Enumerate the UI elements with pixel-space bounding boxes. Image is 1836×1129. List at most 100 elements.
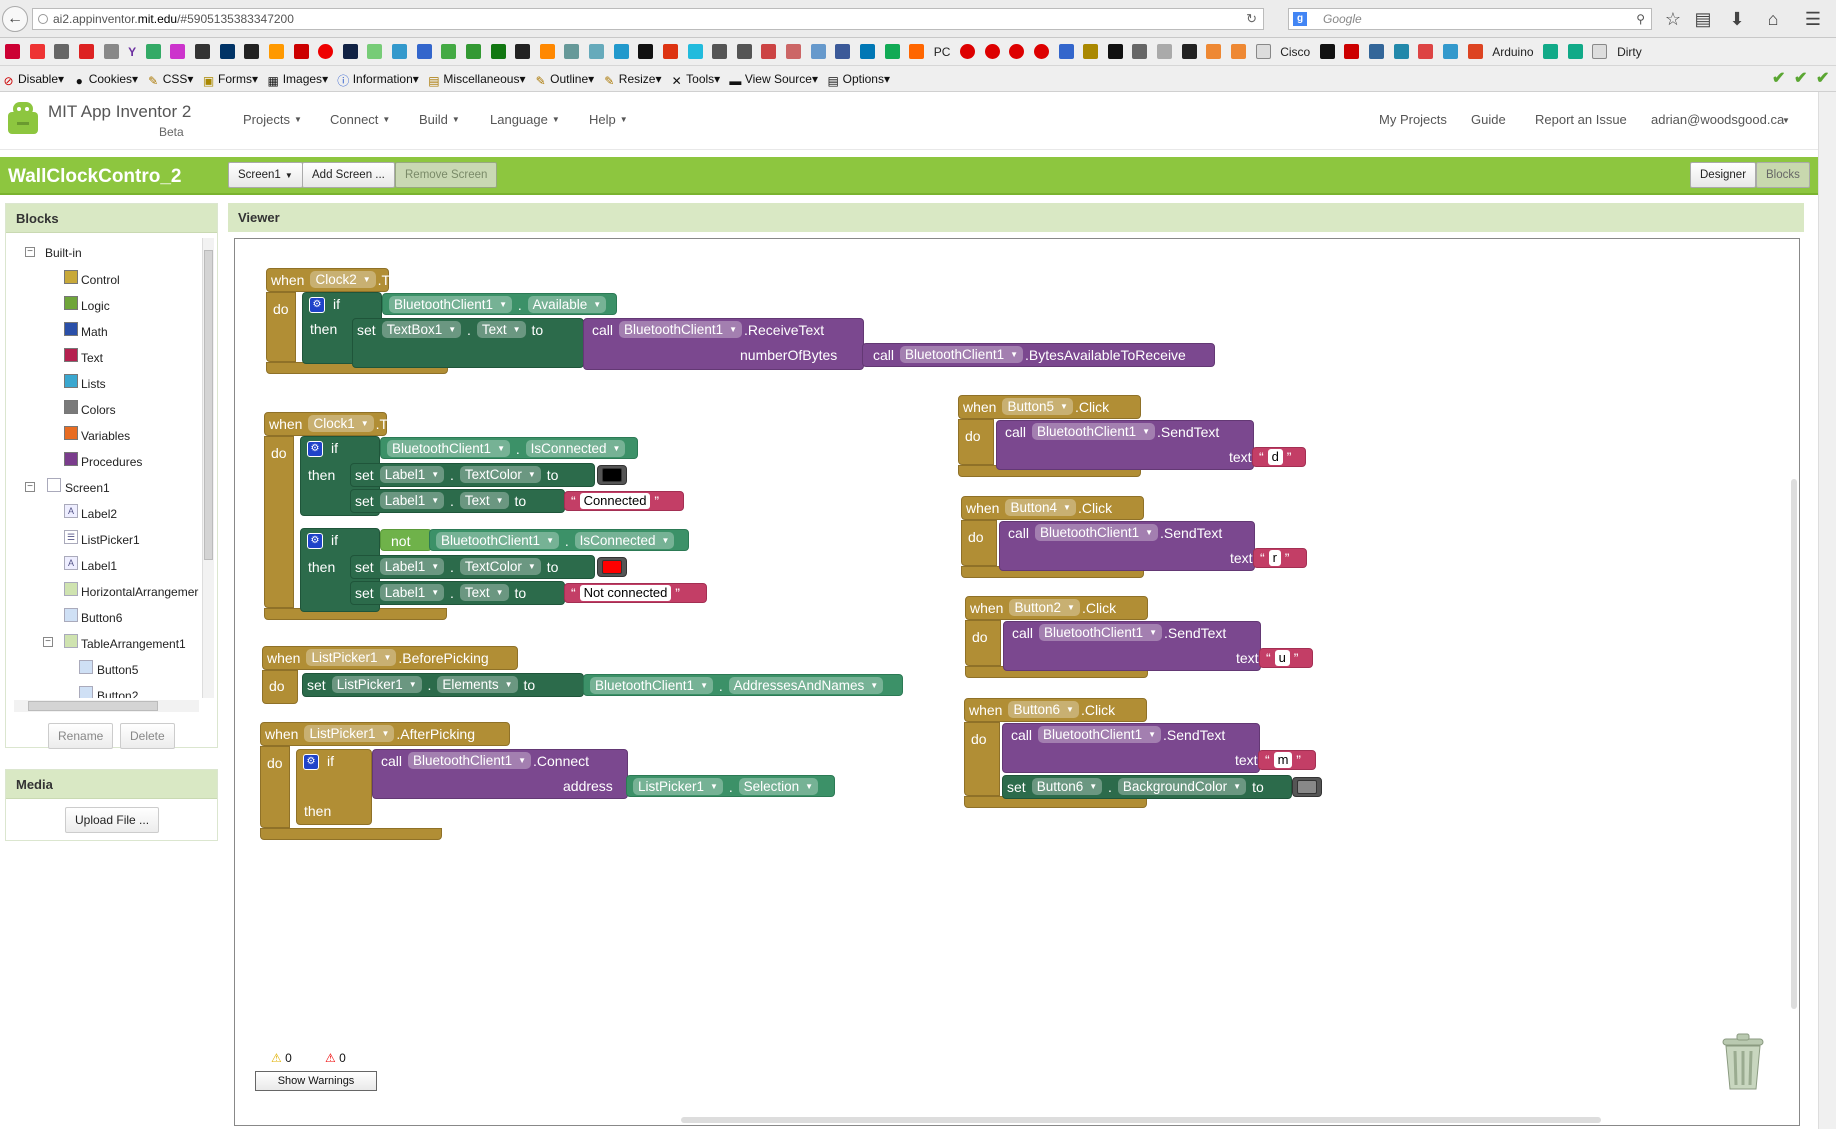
- call-receivetext-block[interactable]: call BluetoothClient1 ▼ .ReceiveText number…: [583, 318, 864, 370]
- event-block-button2-click[interactable]: when Button2 ▼ .Click: [965, 596, 1148, 620]
- menu-icon[interactable]: ☰: [1802, 8, 1824, 30]
- menu-help[interactable]: Help ▼: [589, 112, 628, 127]
- dev-forms[interactable]: ▣ Forms▾: [202, 71, 258, 88]
- bookmark-icon[interactable]: [78, 44, 94, 60]
- bookmark-icon[interactable]: [835, 44, 851, 60]
- menu-projects[interactable]: Projects ▼: [243, 112, 302, 127]
- component-dropdown[interactable]: Clock2 ▼: [310, 271, 376, 288]
- add-screen-button[interactable]: Add Screen ...: [302, 162, 395, 188]
- call-sendtext-block[interactable]: call BluetoothClient1 ▼ .SendText text: [999, 521, 1255, 571]
- bookmark-yahoo[interactable]: Y: [128, 44, 136, 60]
- component-dropdown[interactable]: Button4 ▼: [1005, 499, 1076, 516]
- upload-file-button[interactable]: Upload File ...: [65, 807, 160, 833]
- bookmark-icon[interactable]: [712, 44, 728, 60]
- property-dropdown[interactable]: Available ▼: [527, 296, 607, 313]
- component-dropdown[interactable]: BluetoothClient1 ▼: [1038, 726, 1162, 743]
- component-dropdown[interactable]: BluetoothClient1 ▼: [387, 440, 510, 457]
- workspace-vertical-scrollbar[interactable]: [1791, 479, 1797, 1009]
- setter-listpicker1-elements[interactable]: set ListPicker1 ▼ . Elements ▼ to: [302, 673, 584, 697]
- component-dropdown[interactable]: BluetoothClient1 ▼: [389, 296, 512, 313]
- tree-logic[interactable]: Logic: [81, 298, 110, 314]
- component-dropdown[interactable]: Label1 ▼: [379, 466, 445, 483]
- bookmark-icon[interactable]: [884, 44, 900, 60]
- dev-information[interactable]: ⓘ Information▾: [337, 71, 419, 88]
- color-block-gray[interactable]: [1292, 777, 1322, 797]
- getter-bluetooth-available[interactable]: BluetoothClient1 ▼ . Available ▼: [382, 293, 617, 315]
- reading-list-icon[interactable]: ▤: [1692, 8, 1714, 30]
- tree-variables[interactable]: Variables: [81, 428, 130, 444]
- bookmark-icon[interactable]: [1181, 44, 1197, 60]
- dev-cookies[interactable]: ● Cookies▾: [73, 71, 139, 88]
- tree-vertical-scrollbar[interactable]: [202, 238, 214, 698]
- if-block[interactable]: ⚙ if then: [296, 749, 372, 825]
- tree-procedures[interactable]: Procedures: [81, 454, 142, 470]
- event-block-listpicker1-afterpicking[interactable]: when ListPicker1 ▼ .AfterPicking: [260, 722, 510, 746]
- bookmark-icon[interactable]: [318, 44, 334, 60]
- dev-tools[interactable]: ✕ Tools▾: [670, 71, 721, 88]
- page-scrollbar[interactable]: [1818, 92, 1836, 1129]
- bookmark-icon[interactable]: [1206, 44, 1222, 60]
- tree-button6[interactable]: Button6: [81, 610, 122, 626]
- property-dropdown[interactable]: IsConnected ▼: [525, 440, 626, 457]
- property-dropdown[interactable]: Elements ▼: [437, 676, 518, 693]
- collapse-icon[interactable]: −: [25, 482, 35, 492]
- component-dropdown[interactable]: BluetoothClient1 ▼: [1039, 624, 1163, 641]
- bookmark-icon[interactable]: [539, 44, 555, 60]
- dev-css[interactable]: ✎ CSS▾: [147, 71, 193, 88]
- link-my-projects[interactable]: My Projects: [1379, 112, 1447, 127]
- bookmark-icon[interactable]: [564, 44, 580, 60]
- menu-language[interactable]: Language ▼: [490, 112, 560, 127]
- tree-text[interactable]: Text: [81, 350, 103, 366]
- component-dropdown[interactable]: Button6 ▼: [1008, 701, 1079, 718]
- bookmark-icon[interactable]: [1230, 44, 1246, 60]
- component-dropdown[interactable]: ListPicker1 ▼: [306, 649, 397, 666]
- event-block-listpicker1-beforepicking[interactable]: when ListPicker1 ▼ .BeforePicking: [262, 646, 518, 670]
- delete-button[interactable]: Delete: [120, 723, 175, 749]
- tree-colors[interactable]: Colors: [81, 402, 116, 418]
- bookmark-icon[interactable]: [465, 44, 481, 60]
- component-dropdown[interactable]: Clock1 ▼: [308, 415, 374, 432]
- property-dropdown[interactable]: AddressesAndNames ▼: [728, 677, 884, 694]
- component-dropdown[interactable]: Button5 ▼: [1002, 398, 1073, 415]
- setter-button6-backgroundcolor[interactable]: set Button6 ▼ . BackgroundColor ▼ to: [1002, 775, 1292, 799]
- bookmark-icon[interactable]: [1344, 44, 1360, 60]
- component-dropdown[interactable]: BluetoothClient1 ▼: [436, 532, 559, 549]
- property-dropdown[interactable]: TextColor ▼: [459, 466, 541, 483]
- caret-down-icon[interactable]: ▼: [1782, 116, 1790, 125]
- event-block-clock2-timer[interactable]: when Clock2 ▼ .Timer: [266, 268, 417, 292]
- bookmark-icon[interactable]: [1033, 44, 1049, 60]
- dev-resize[interactable]: ✎ Resize▾: [603, 71, 661, 88]
- collapse-icon[interactable]: −: [25, 247, 35, 257]
- rename-button[interactable]: Rename: [48, 723, 114, 749]
- url-bar[interactable]: ai2.appinventor.mit.edu/#590513538334720…: [32, 8, 1264, 30]
- property-dropdown[interactable]: IsConnected ▼: [574, 532, 675, 549]
- getter-bluetooth-isconnected[interactable]: BluetoothClient1 ▼ . IsConnected ▼: [380, 437, 638, 459]
- bookmark-icon[interactable]: [515, 44, 531, 60]
- text-block-m[interactable]: “ m ”: [1258, 750, 1316, 770]
- component-dropdown[interactable]: Button6 ▼: [1031, 778, 1103, 795]
- bookmark-icon[interactable]: [1083, 44, 1099, 60]
- bookmark-icon[interactable]: [1418, 44, 1434, 60]
- search-bar[interactable]: g Google ⚲: [1288, 8, 1652, 30]
- bookmark-icon[interactable]: [54, 44, 70, 60]
- bookmark-icon[interactable]: [268, 44, 284, 60]
- show-warnings-button[interactable]: Show Warnings: [255, 1071, 377, 1091]
- component-dropdown[interactable]: BluetoothClient1 ▼: [590, 677, 713, 694]
- bookmark-icon[interactable]: [342, 44, 358, 60]
- bookmark-icon[interactable]: [662, 44, 678, 60]
- tree-horizontal-scrollbar[interactable]: [14, 700, 199, 712]
- bookmark-icon[interactable]: [859, 44, 875, 60]
- tree-horizontalarrangement[interactable]: HorizontalArrangemer: [81, 584, 198, 600]
- property-dropdown[interactable]: BackgroundColor ▼: [1117, 778, 1247, 795]
- designer-button[interactable]: Designer: [1690, 162, 1757, 188]
- bookmark-arduino[interactable]: Arduino: [1492, 44, 1533, 60]
- bookmark-icon[interactable]: [1157, 44, 1173, 60]
- bookmark-icon[interactable]: [1442, 44, 1458, 60]
- bookmark-icon[interactable]: [29, 44, 45, 60]
- text-block-r[interactable]: “ r ”: [1253, 548, 1307, 568]
- link-report-issue[interactable]: Report an Issue: [1535, 112, 1627, 127]
- reload-icon[interactable]: ↻: [1246, 9, 1257, 29]
- component-dropdown[interactable]: BluetoothClient1 ▼: [900, 346, 1024, 363]
- getter-bluetooth-isconnected[interactable]: BluetoothClient1 ▼ . IsConnected ▼: [429, 529, 689, 551]
- bookmark-icon[interactable]: [1592, 44, 1608, 60]
